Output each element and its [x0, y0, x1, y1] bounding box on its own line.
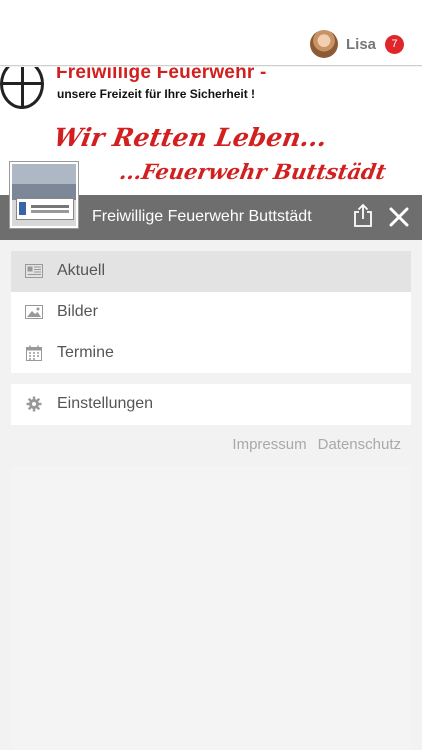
menu-label-aktuell: Aktuell: [57, 262, 106, 280]
fire-department-emblem-icon: [0, 67, 44, 109]
menu-item-termine[interactable]: Termine: [11, 332, 411, 373]
banner-slogan-line2: ...Feuerwehr Buttstädt: [117, 159, 388, 184]
menu-label-termine: Termine: [57, 343, 114, 361]
menu-item-einstellungen[interactable]: Einstellungen: [11, 384, 411, 425]
newspaper-icon: [25, 262, 43, 280]
image-icon: [25, 303, 43, 321]
menu-item-bilder[interactable]: Bilder: [11, 292, 411, 333]
user-name[interactable]: Lisa: [346, 36, 376, 53]
menu-label-einstellungen: Einstellungen: [57, 395, 154, 413]
main-menu: Aktuell Bilder Termine: [11, 251, 411, 374]
datenschutz-link[interactable]: Datenschutz: [318, 436, 401, 453]
impressum-link[interactable]: Impressum: [232, 436, 306, 453]
settings-menu: Einstellungen: [11, 384, 411, 425]
footer-links: Impressum Datenschutz: [232, 436, 401, 453]
share-icon[interactable]: [350, 203, 376, 229]
close-icon[interactable]: [388, 206, 410, 228]
banner-title: Freiwillige Feuerwehr -: [56, 67, 267, 83]
notification-badge[interactable]: 7: [385, 34, 404, 54]
avatar[interactable]: [309, 30, 338, 58]
page-title: Freiwillige Feuerwehr Buttstädt: [92, 208, 312, 225]
menu-item-aktuell[interactable]: Aktuell: [11, 251, 411, 292]
thumbnail-sign: [16, 198, 74, 220]
club-thumbnail[interactable]: [10, 162, 78, 228]
top-bar: Lisa 7: [0, 0, 422, 66]
menu-label-bilder: Bilder: [57, 303, 98, 321]
content-area: [11, 466, 411, 750]
gear-icon: [25, 395, 43, 413]
user-profile[interactable]: Lisa 7: [309, 30, 404, 58]
banner-slogan-line1: Wir Retten Leben...: [51, 123, 330, 152]
banner-subtitle: unsere Freizeit für Ihre Sicherheit !: [57, 87, 256, 101]
calendar-icon: [25, 344, 43, 362]
